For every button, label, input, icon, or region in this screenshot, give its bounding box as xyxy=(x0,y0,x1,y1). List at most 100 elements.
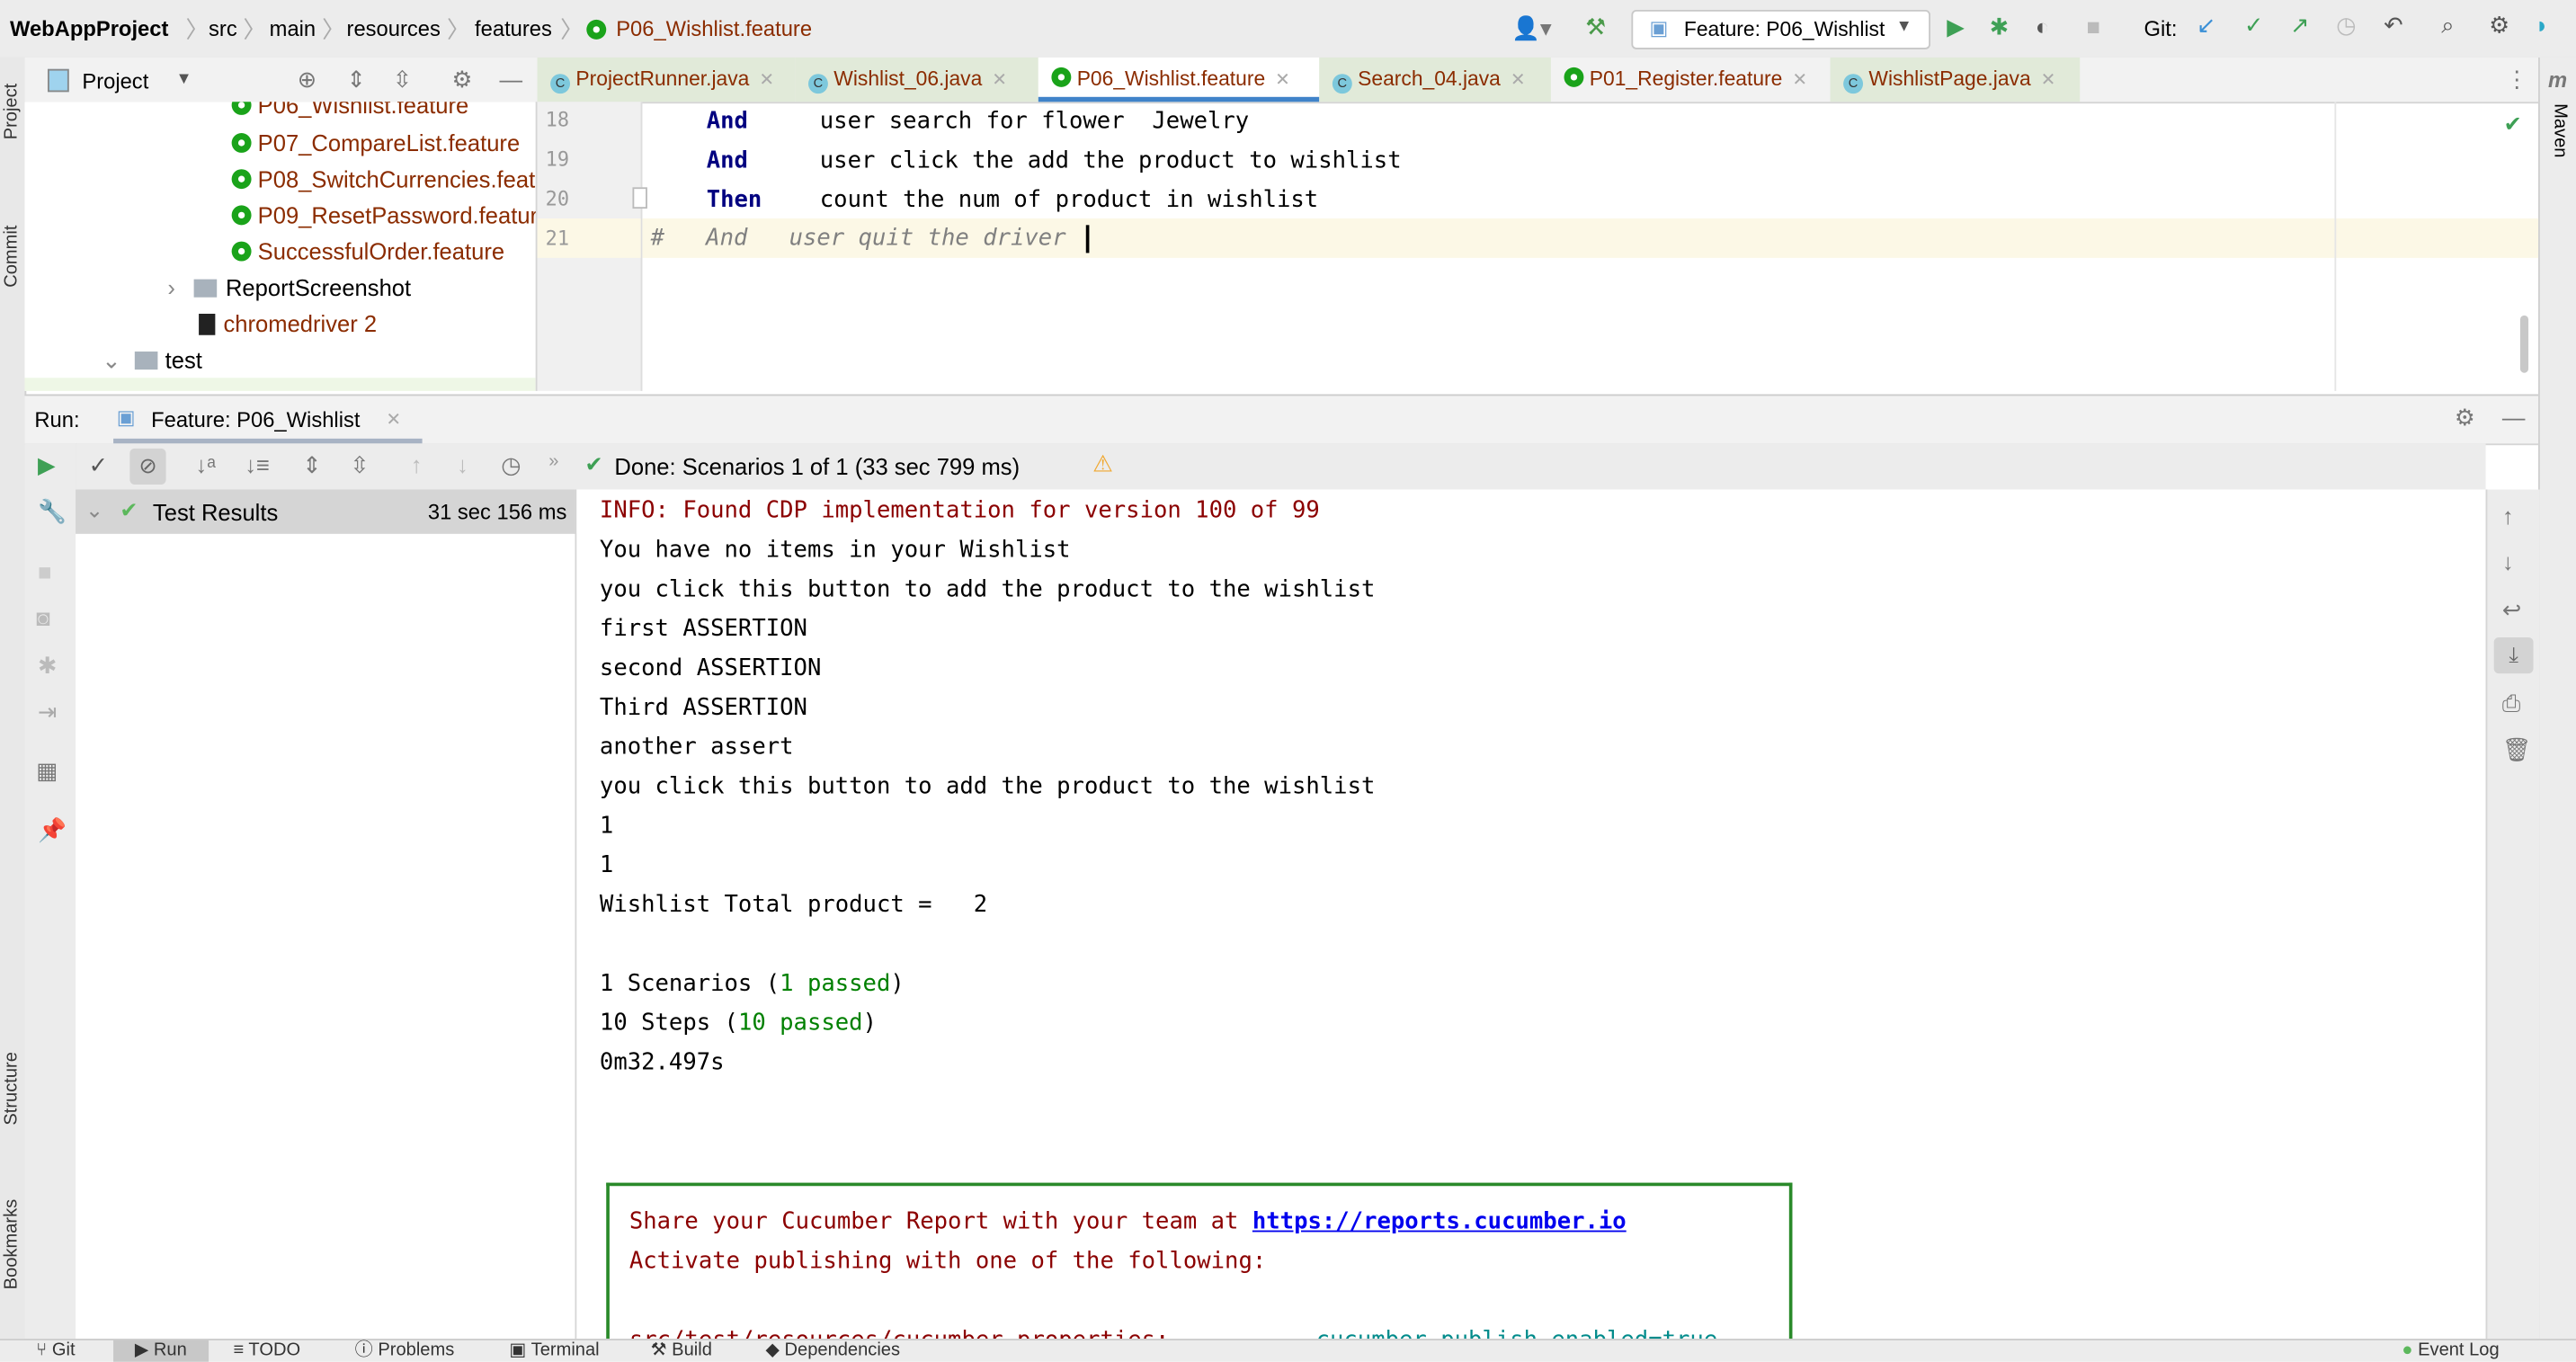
git-commit-icon[interactable]: ✓ xyxy=(2244,12,2263,40)
close-icon[interactable]: ✕ xyxy=(1275,71,1290,91)
close-icon[interactable]: ✕ xyxy=(1511,71,1526,91)
chevron-right-icon[interactable]: › xyxy=(167,274,175,300)
warning-icon[interactable]: ⚠ xyxy=(1092,450,1113,478)
tool-event-log[interactable]: ● Event Log xyxy=(2402,1340,2499,1362)
scroll-to-end-icon[interactable]: ⤓ xyxy=(2493,636,2534,674)
run-icon[interactable]: ▶ xyxy=(1947,13,1965,41)
rollback-icon[interactable]: ↶ xyxy=(2384,12,2402,40)
expand-all-icon[interactable]: ⇕ xyxy=(347,66,366,93)
git-push-icon[interactable]: ↗ xyxy=(2290,12,2309,40)
tool-window-maven[interactable]: Maven xyxy=(2550,103,2570,157)
breadcrumb-project[interactable]: WebAppProject xyxy=(10,16,168,40)
tree-item[interactable]: chromedriver 2 xyxy=(199,310,377,337)
build-hammer-icon[interactable]: ⚒ xyxy=(1585,13,1606,41)
down-arrow-icon[interactable]: ↓ xyxy=(2502,548,2514,574)
show-passed-icon[interactable]: ✓ xyxy=(89,451,108,479)
sort-duration-icon[interactable]: ↓≡ xyxy=(245,451,270,477)
collapse-all-icon[interactable]: ⇳ xyxy=(350,451,369,479)
close-icon[interactable]: ✕ xyxy=(2041,71,2056,91)
next-icon[interactable]: ↓ xyxy=(457,451,468,477)
tab-project-runner[interactable]: C ProjectRunner.java ✕ xyxy=(537,57,796,102)
expand-all-icon[interactable]: ⇕ xyxy=(302,451,321,479)
up-arrow-icon[interactable]: ↑ xyxy=(2502,503,2514,529)
more-tabs-icon[interactable]: ⋮ xyxy=(2505,66,2528,93)
breadcrumb-resources[interactable]: resources xyxy=(347,16,441,40)
debug-icon[interactable]: ✱ xyxy=(1990,13,2009,41)
tool-window-commit[interactable]: Commit xyxy=(2,226,22,288)
collapse-all-icon[interactable]: ⇳ xyxy=(393,66,412,93)
chevron-down-icon[interactable]: ▼ xyxy=(176,71,192,89)
scrollbar[interactable] xyxy=(2519,315,2529,373)
tree-item[interactable]: P07_CompareList.feature xyxy=(231,129,520,156)
tool-window-project[interactable]: Project xyxy=(2,84,22,140)
breadcrumb-file[interactable]: P06_Wishlist.feature xyxy=(616,16,812,40)
chevron-down-icon[interactable]: ⌄ xyxy=(102,347,120,373)
breadcrumb-main[interactable]: main xyxy=(270,16,316,40)
tool-window-bookmarks[interactable]: Bookmarks xyxy=(2,1199,22,1290)
tool-problems[interactable]: ⓘ Problems xyxy=(355,1340,455,1362)
tab-search-04[interactable]: C Search_04.java ✕ xyxy=(1319,57,1551,102)
close-icon[interactable]: ✕ xyxy=(386,409,401,431)
git-update-icon[interactable]: ↙ xyxy=(2197,12,2215,40)
sort-alpha-icon[interactable]: ↓ᵃ xyxy=(195,451,215,477)
tool-todo[interactable]: ≡ TODO xyxy=(233,1340,300,1362)
tab-wishlist-06[interactable]: C Wishlist_06.java ✕ xyxy=(795,57,1038,102)
history-icon[interactable]: ◷ xyxy=(501,451,521,479)
tree-item[interactable]: P09_ResetPassword.feature xyxy=(231,202,536,228)
tool-window-structure[interactable]: Structure xyxy=(2,1052,22,1126)
soft-wrap-icon[interactable]: ↩ xyxy=(2502,596,2521,624)
tree-item-selected[interactable] xyxy=(24,378,536,391)
tab-p06-wishlist[interactable]: P06_Wishlist.feature ✕ xyxy=(1038,57,1320,102)
tree-folder[interactable]: › ReportScreenshot xyxy=(167,274,411,300)
tool-dependencies[interactable]: ◆ Dependencies xyxy=(765,1340,900,1362)
cucumber-report-link[interactable]: https://reports.cucumber.io xyxy=(1252,1209,1627,1235)
tab-p01-register[interactable]: P01_Register.feature ✕ xyxy=(1551,58,1831,102)
tree-item[interactable]: P08_SwitchCurrencies.feature xyxy=(231,166,536,192)
gear-icon[interactable]: ⚙ xyxy=(2489,12,2509,40)
tab-wishlist-page[interactable]: C WishlistPage.java ✕ xyxy=(1830,57,2081,102)
exit-icon[interactable]: ⇥ xyxy=(38,699,57,726)
user-icon[interactable]: 👤▾ xyxy=(1511,14,1552,42)
tool-run[interactable]: ▶ Run xyxy=(135,1340,187,1362)
console-output[interactable]: INFO: Found CDP implementation for versi… xyxy=(576,489,2486,1340)
camera-icon[interactable]: ◙ xyxy=(36,604,49,630)
tree-item[interactable]: P06_Wishlist.feature xyxy=(231,102,468,119)
test-results-row[interactable]: ⌄ ✔ Test Results 31 sec 156 ms xyxy=(76,489,575,534)
trash-icon[interactable]: 🗑 xyxy=(2502,736,2531,764)
history-icon[interactable]: ◷ xyxy=(2336,12,2356,40)
print-icon[interactable]: ⎙ xyxy=(2502,690,2520,717)
chevron-down-icon[interactable]: ⌄ xyxy=(85,498,103,524)
tool-git[interactable]: ⑂ Git xyxy=(36,1340,75,1362)
locate-icon[interactable]: ⊕ xyxy=(298,66,316,93)
run-tab[interactable]: ▣ Feature: P06_Wishlist ✕ xyxy=(113,396,423,444)
coverage-icon[interactable]: ◐ xyxy=(2036,13,2049,40)
tree-folder[interactable]: ⌄ test xyxy=(102,347,202,375)
close-icon[interactable]: ✕ xyxy=(759,71,774,91)
close-icon[interactable]: ✕ xyxy=(1792,71,1807,91)
close-icon[interactable]: ✕ xyxy=(992,71,1007,91)
jetbrains-toolbox-icon[interactable]: ◗ xyxy=(2535,12,2548,38)
hide-icon[interactable]: — xyxy=(499,66,522,92)
tool-build[interactable]: ⚒ Build xyxy=(651,1340,712,1362)
gear-icon[interactable]: ⚙ xyxy=(2455,404,2475,432)
breadcrumb-features[interactable]: features xyxy=(475,16,552,40)
pin-icon[interactable]: 📌 xyxy=(38,816,67,844)
previous-icon[interactable]: ↑ xyxy=(411,451,423,477)
show-ignored-icon[interactable]: ⊘ xyxy=(129,448,166,485)
layout-icon[interactable]: ▦ xyxy=(36,757,58,785)
tree-item[interactable]: SuccessfulOrder.feature xyxy=(231,238,504,264)
debug-icon[interactable]: ✱ xyxy=(38,652,57,680)
wrench-icon[interactable]: 🔧 xyxy=(38,498,67,526)
project-view-select[interactable]: Project xyxy=(82,69,148,93)
breadcrumb-src[interactable]: src xyxy=(209,16,237,40)
stop-icon[interactable]: ■ xyxy=(38,558,51,584)
more-icon[interactable]: » xyxy=(548,451,558,471)
stop-icon[interactable]: ■ xyxy=(2087,13,2100,40)
tool-terminal[interactable]: ▣ Terminal xyxy=(509,1340,599,1362)
hide-icon[interactable]: — xyxy=(2502,404,2526,430)
gear-icon[interactable]: ⚙ xyxy=(451,66,472,93)
run-configuration-select[interactable]: ▣ Feature: P06_Wishlist ▼ xyxy=(1631,9,1930,49)
rerun-icon[interactable]: ▶ xyxy=(38,451,56,479)
code-editor[interactable]: And user search for flower Jewelry And use… xyxy=(642,102,2539,391)
search-icon[interactable]: ⌕ xyxy=(2441,12,2454,40)
